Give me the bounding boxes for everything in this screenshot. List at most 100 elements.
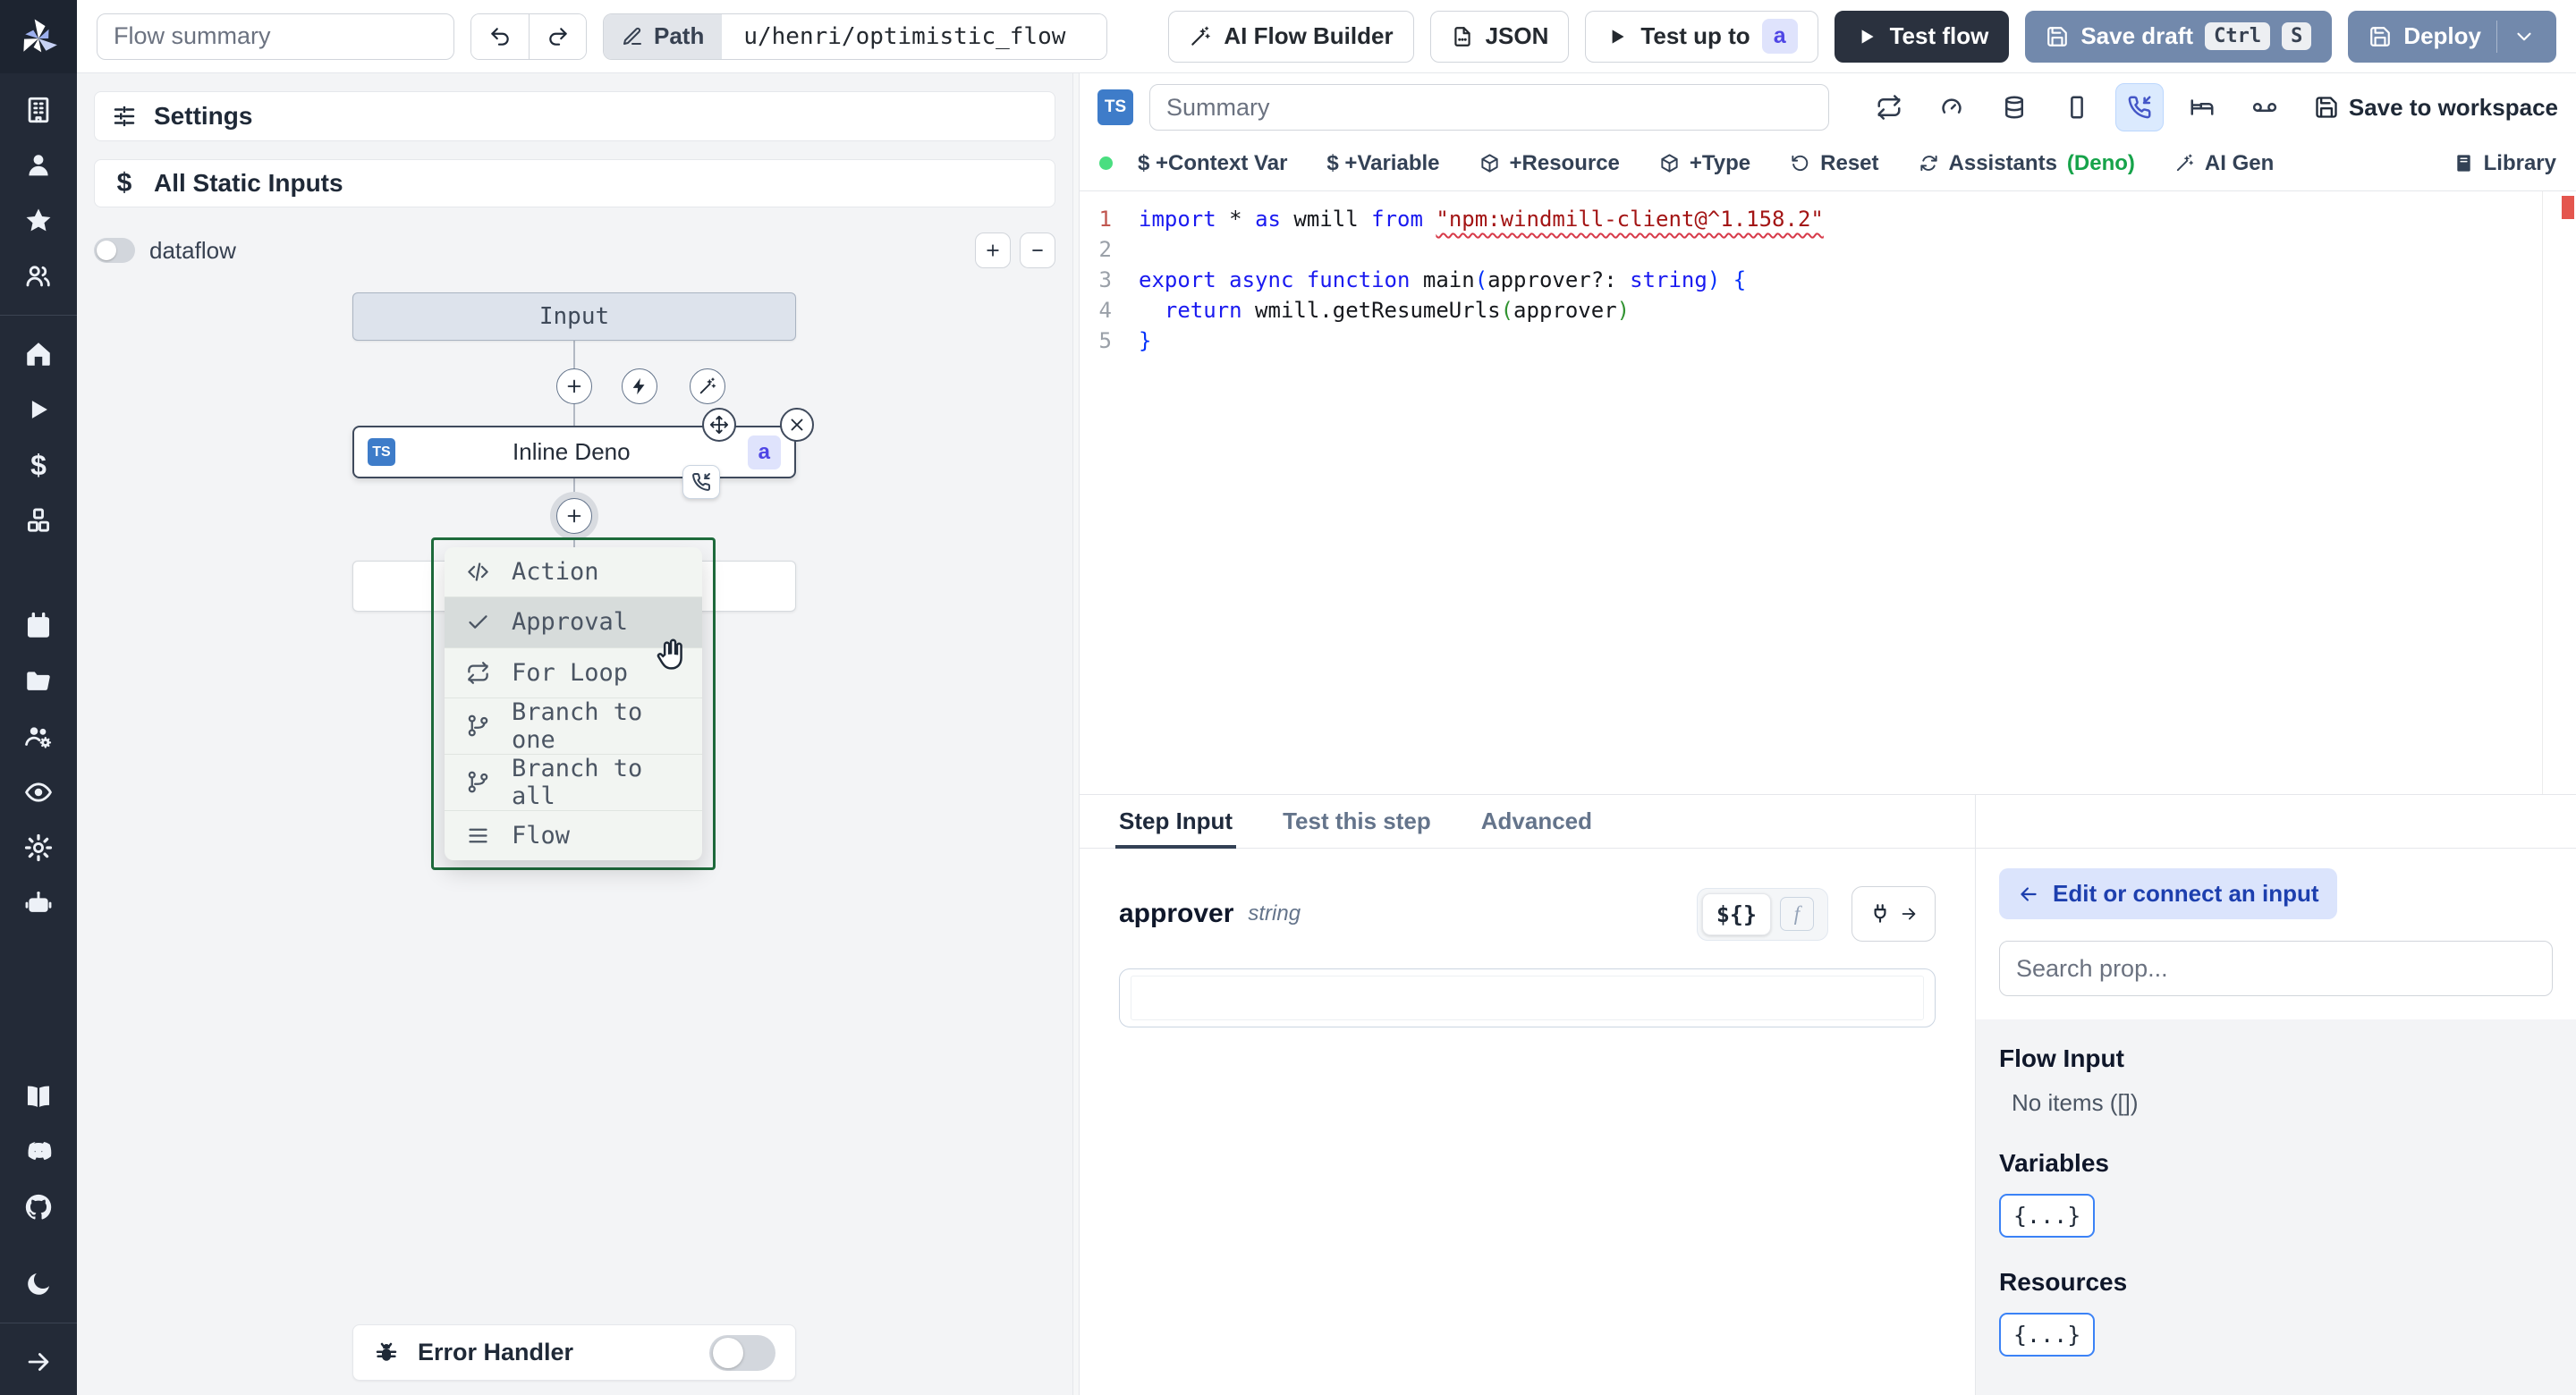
rail-discord[interactable] xyxy=(23,1137,54,1167)
deploy-label: Deploy xyxy=(2403,22,2481,49)
rail-arrow-right[interactable] xyxy=(23,1347,54,1377)
ai-flow-builder-button[interactable]: AI Flow Builder xyxy=(1168,10,1414,63)
insert-step-below-button[interactable] xyxy=(556,498,592,534)
menu-item-branch-to-all[interactable]: Branch to all xyxy=(445,755,702,811)
save-draft-button[interactable]: Save draft Ctrl S xyxy=(2025,10,2333,63)
editor-toolbar-sleep[interactable] xyxy=(2178,83,2226,131)
zoom-in-button[interactable] xyxy=(975,232,1011,268)
editor-toolbar-concurrency[interactable] xyxy=(2053,83,2101,131)
ai-insert-button[interactable] xyxy=(690,368,725,404)
editor-badge-ai-gen[interactable]: AI Gen xyxy=(2174,151,2274,176)
rail-robot[interactable] xyxy=(23,888,54,918)
test-up-to-button[interactable]: Test up to a xyxy=(1585,10,1818,63)
step-bottom-panel: Step Input Test this step Advanced approve… xyxy=(1080,794,2576,1395)
rail-cubes[interactable] xyxy=(23,505,54,536)
editor-badge-variable[interactable]: $ +Variable xyxy=(1326,151,1439,176)
rail-home[interactable] xyxy=(23,339,54,369)
flow-input-node[interactable]: Input xyxy=(352,292,796,341)
approver-value-input[interactable] xyxy=(1119,968,1936,1027)
save-to-workspace-button[interactable]: Save to workspace xyxy=(2314,94,2558,122)
close-icon xyxy=(787,415,807,435)
menu-item-action[interactable]: Action xyxy=(445,547,702,598)
panel-resize-handle[interactable] xyxy=(1072,73,1080,1395)
users-gear-icon xyxy=(23,722,54,752)
move-node-button[interactable] xyxy=(702,408,736,442)
variables-chip[interactable]: {...} xyxy=(1999,1194,2096,1238)
editor-badge-reset[interactable]: Reset xyxy=(1790,151,1879,176)
search-prop-input[interactable] xyxy=(1999,941,2553,996)
step-summary-input[interactable] xyxy=(1149,84,1829,131)
rail-building[interactable] xyxy=(23,95,54,125)
editor-badge-context-var[interactable]: $ +Context Var xyxy=(1138,151,1287,176)
insert-step-button[interactable] xyxy=(556,368,592,404)
tab-advanced[interactable]: Advanced xyxy=(1481,795,1592,848)
path-button[interactable]: Path xyxy=(604,13,723,59)
menu-item-branch-to-one[interactable]: Branch to one xyxy=(445,698,702,755)
editor-panel: TS Save to workspace xyxy=(1080,73,2576,1395)
mobile-icon xyxy=(2063,94,2090,121)
error-handler-card[interactable]: Error Handler xyxy=(352,1324,796,1381)
redo-button[interactable] xyxy=(529,13,586,59)
editor-badge-resource[interactable]: +Resource xyxy=(1479,151,1620,176)
rail-folder[interactable] xyxy=(23,666,54,697)
path-group[interactable]: Path u/henri/optimistic_flow xyxy=(603,13,1108,60)
delete-node-button[interactable] xyxy=(780,408,814,442)
plus-icon xyxy=(564,376,584,396)
menu-item-flow[interactable]: Flow xyxy=(445,811,702,860)
rail-eye[interactable] xyxy=(23,777,54,807)
dataflow-toggle[interactable] xyxy=(94,238,135,263)
all-static-inputs-card[interactable]: $ All Static Inputs xyxy=(94,159,1055,207)
error-overview-marker xyxy=(2562,196,2574,219)
tab-test-this-step[interactable]: Test this step xyxy=(1283,795,1431,848)
connect-input-button[interactable] xyxy=(1852,886,1936,942)
editor-toolbar-suspend-approval[interactable] xyxy=(2114,83,2164,131)
moon-icon xyxy=(23,1269,54,1299)
deploy-separator xyxy=(2496,20,2497,53)
trigger-button[interactable] xyxy=(622,368,657,404)
rail-dollar[interactable]: $ xyxy=(23,450,54,480)
editor-toolbar-early-stop[interactable] xyxy=(1928,83,1976,131)
rail-play[interactable] xyxy=(23,394,54,425)
rail-moon[interactable] xyxy=(23,1269,54,1299)
menu-item-approval[interactable]: Approval xyxy=(445,597,702,648)
input-mode-toggle: ${} f xyxy=(1696,887,1828,941)
editor-badge-type[interactable]: +Type xyxy=(1659,151,1750,176)
rail-star[interactable] xyxy=(23,206,54,236)
windmill-logo[interactable] xyxy=(0,0,77,73)
rail-calendar[interactable] xyxy=(23,611,54,641)
edit-or-connect-button[interactable]: Edit or connect an input xyxy=(1999,868,2337,919)
library-button[interactable]: Library xyxy=(2453,151,2556,176)
minus-icon xyxy=(1029,241,1046,259)
editor-toolbar-retries[interactable] xyxy=(1865,83,1913,131)
step-input-pane: Step Input Test this step Advanced approve… xyxy=(1080,795,1975,1395)
flow-summary-input[interactable] xyxy=(97,13,454,60)
chevron-down-icon[interactable] xyxy=(2512,25,2536,48)
tab-step-input[interactable]: Step Input xyxy=(1114,795,1237,849)
zoom-out-button[interactable] xyxy=(1020,232,1055,268)
refresh-icon xyxy=(1919,153,1939,173)
editor-toolbar-mock[interactable] xyxy=(2241,83,2289,131)
user-icon xyxy=(23,150,54,181)
test-flow-button[interactable]: Test flow xyxy=(1834,10,2010,63)
editor-badge-assistants[interactable]: Assistants (Deno) xyxy=(1919,151,2135,176)
error-handler-toggle[interactable] xyxy=(709,1334,775,1371)
json-button[interactable]: JSON xyxy=(1429,10,1570,63)
path-value: u/henri/optimistic_flow xyxy=(722,13,1107,59)
expr-mode-button[interactable]: ${} xyxy=(1701,892,1771,935)
undo-button[interactable] xyxy=(471,13,529,59)
code-line: 4 return wmill.getResumeUrls(approver) xyxy=(1098,298,1631,323)
fn-mode-button[interactable]: f xyxy=(1780,897,1814,931)
code-editor[interactable]: 1 import * as wmill from "npm:windmill-cl… xyxy=(1080,191,2576,794)
deploy-button[interactable]: Deploy xyxy=(2348,10,2556,63)
rail-users[interactable] xyxy=(23,261,54,292)
rail-github[interactable] xyxy=(23,1192,54,1222)
rail-user[interactable] xyxy=(23,150,54,181)
rail-users-gear[interactable] xyxy=(23,722,54,752)
rail-book[interactable] xyxy=(23,1081,54,1112)
settings-card[interactable]: Settings xyxy=(94,91,1055,141)
gauge-icon xyxy=(1938,94,1965,121)
rail-gear[interactable] xyxy=(23,833,54,863)
menu-item-for-loop[interactable]: For Loop xyxy=(445,648,702,698)
resources-chip[interactable]: {...} xyxy=(1999,1313,2096,1357)
editor-toolbar-cache[interactable] xyxy=(1990,83,2038,131)
